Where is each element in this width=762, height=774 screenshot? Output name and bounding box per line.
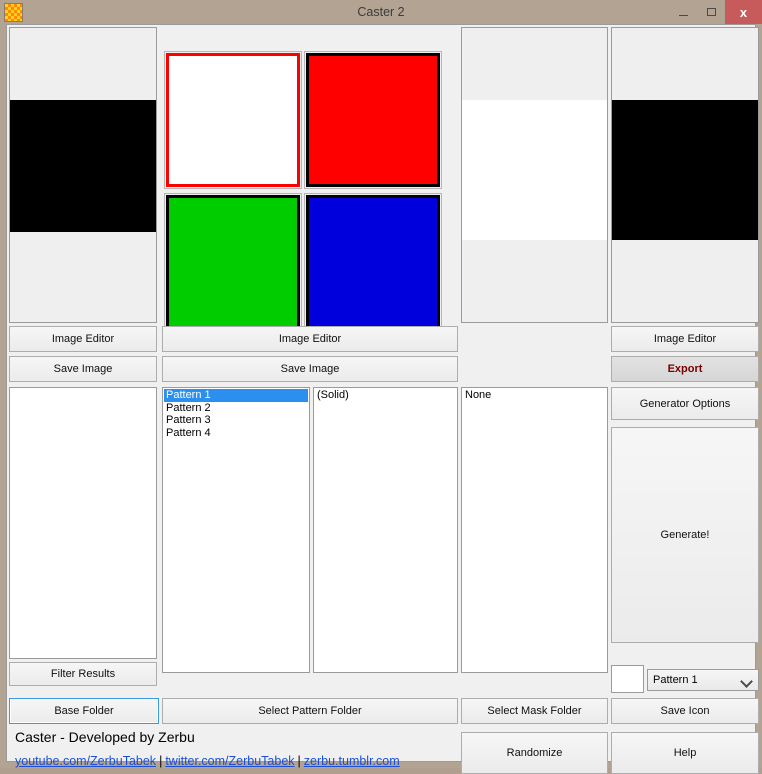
generator-options-button[interactable]: Generator Options (611, 387, 759, 420)
tile-blue-swatch (306, 195, 440, 329)
link-tumblr[interactable]: zerbu.tumblr.com (304, 754, 400, 768)
select-pattern-folder-button[interactable]: Select Pattern Folder (162, 698, 458, 724)
export-button[interactable]: Export (611, 356, 759, 382)
select-mask-folder-button[interactable]: Select Mask Folder (461, 698, 608, 724)
save-image-1-button[interactable]: Save Image (9, 356, 157, 382)
generate-button[interactable]: Generate! (611, 427, 759, 643)
image-editor-1-button[interactable]: Image Editor (9, 326, 157, 352)
link-separator-1: | (159, 754, 163, 768)
list-item[interactable]: (Solid) (315, 389, 456, 402)
title-bar: Caster 2 x (0, 0, 762, 24)
tile-red[interactable] (304, 51, 442, 189)
pattern-color-swatch[interactable] (611, 665, 644, 693)
close-icon[interactable]: x (725, 0, 762, 24)
app-window: Caster 2 x Image Editor Save Image Image… (0, 0, 762, 774)
chevron-down-icon (742, 676, 751, 685)
mask-preview-band (462, 100, 607, 240)
pattern-combo-value: Pattern 1 (653, 674, 698, 686)
minimize-icon[interactable] (669, 0, 697, 24)
filter-results-list[interactable] (9, 387, 157, 659)
base-folder-button[interactable]: Base Folder (9, 698, 159, 724)
pattern-list[interactable]: Pattern 1 Pattern 2 Pattern 3 Pattern 4 (162, 387, 310, 673)
base-preview[interactable] (9, 27, 157, 323)
save-image-2-button[interactable]: Save Image (162, 356, 458, 382)
mask-preview[interactable] (461, 27, 608, 323)
link-twitter[interactable]: twitter.com/ZerbuTabek (165, 754, 294, 768)
list-item[interactable]: Pattern 4 (164, 427, 308, 440)
window-controls: x (669, 0, 762, 24)
window-title: Caster 2 (357, 5, 405, 19)
result-preview-band (612, 100, 758, 240)
mask-list[interactable]: None (461, 387, 608, 673)
result-preview[interactable] (611, 27, 759, 323)
link-separator-2: | (297, 754, 301, 768)
image-editor-2-button[interactable]: Image Editor (162, 326, 458, 352)
base-preview-band (10, 100, 156, 232)
checker-pattern-icon (4, 3, 23, 22)
variant-list[interactable]: (Solid) (313, 387, 458, 673)
list-item[interactable]: Pattern 3 (164, 414, 308, 427)
tile-green-swatch (166, 195, 300, 329)
filter-results-button[interactable]: Filter Results (9, 662, 157, 686)
save-icon-button[interactable]: Save Icon (611, 698, 759, 724)
credit-text: Caster - Developed by Zerbu (15, 729, 195, 745)
tile-blue[interactable] (304, 193, 442, 331)
client-area: Image Editor Save Image Image Editor Sav… (6, 24, 759, 774)
link-youtube[interactable]: youtube.com/ZerbuTabek (15, 754, 156, 768)
tile-red-swatch (306, 53, 440, 187)
footer-links: youtube.com/ZerbuTabek | twitter.com/Zerbu… (15, 754, 400, 768)
maximize-icon[interactable] (697, 0, 725, 24)
tile-white-swatch (166, 53, 300, 187)
list-item[interactable]: Pattern 1 (164, 389, 308, 402)
tile-white[interactable] (164, 51, 302, 189)
pattern-combo[interactable]: Pattern 1 (647, 669, 759, 691)
list-item[interactable]: None (463, 389, 606, 402)
tile-green[interactable] (164, 193, 302, 331)
image-editor-3-button[interactable]: Image Editor (611, 326, 759, 352)
list-item[interactable]: Pattern 2 (164, 402, 308, 415)
